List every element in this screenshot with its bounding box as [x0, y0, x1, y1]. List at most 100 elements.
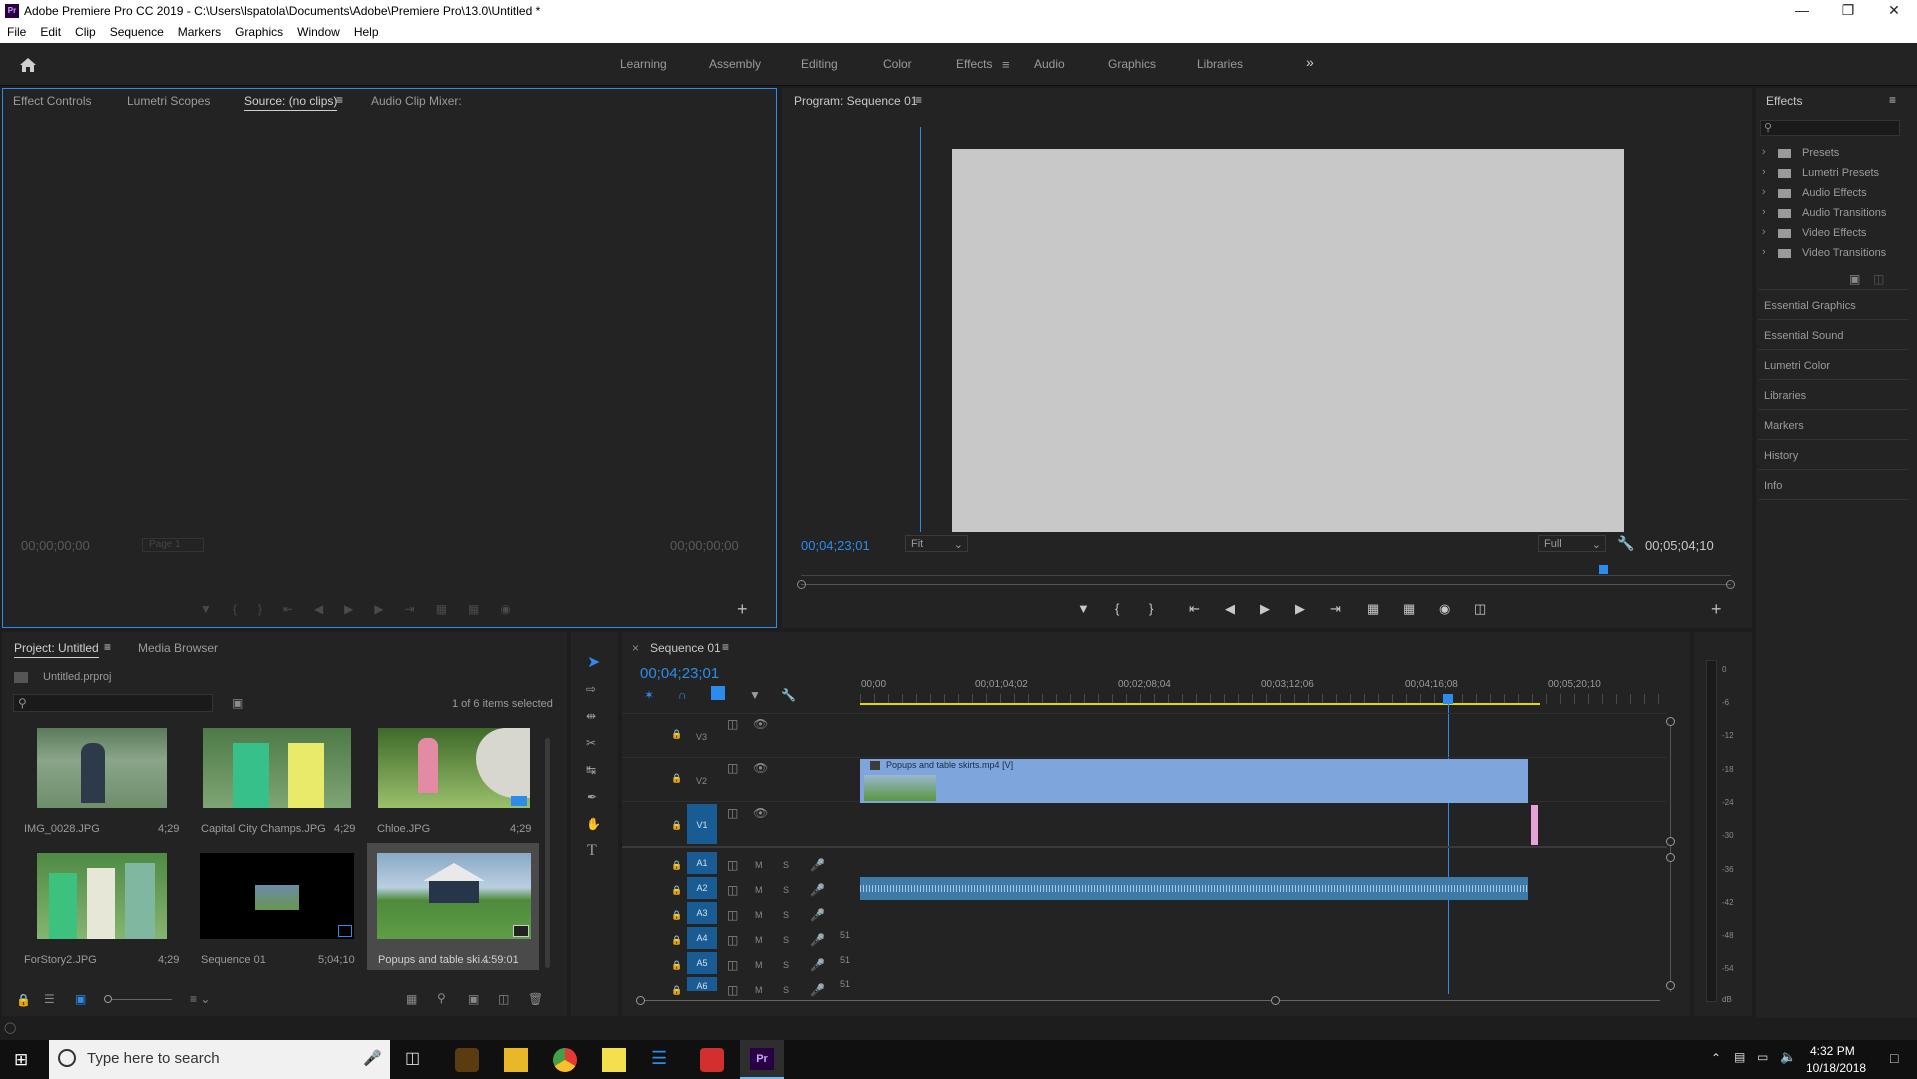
effects-item-lumetri-presets[interactable]: › Lumetri Presets [1762, 166, 1879, 179]
project-panel-menu-icon[interactable]: ≡ [104, 640, 111, 654]
go-to-out-icon[interactable]: ⇥ [1330, 601, 1341, 617]
step-back-icon[interactable]: ◀ [1225, 601, 1235, 617]
effects-item-video-effects[interactable]: › Video Effects [1762, 226, 1866, 239]
step-forward-icon[interactable]: ▶ [1295, 601, 1305, 617]
lock-icon[interactable]: 🔒 [671, 910, 682, 921]
track-label-a6[interactable]: A6 [687, 977, 717, 991]
battery-icon[interactable]: ▭ [1757, 1050, 1768, 1064]
track-label-a3[interactable]: A3 [687, 902, 717, 924]
clear-icon[interactable]: 🗑 [528, 992, 543, 1006]
microphone-icon[interactable]: 🎤 [810, 883, 825, 897]
close-sequence-icon[interactable]: × [632, 641, 639, 655]
mute-button[interactable]: M [755, 885, 763, 895]
linked-selection-icon[interactable] [711, 686, 725, 700]
mute-button[interactable]: M [755, 860, 763, 870]
timeline-settings-wrench-icon[interactable]: 🔧 [781, 688, 796, 702]
project-scrollbar[interactable] [545, 738, 550, 968]
thumbnail-img-0028[interactable] [37, 728, 167, 808]
effects-item-audio-transitions[interactable]: › Audio Transitions [1762, 206, 1886, 219]
lock-icon[interactable]: 🔒 [671, 960, 682, 971]
export-frame-camera-icon[interactable]: ◉ [1439, 601, 1450, 617]
ripple-edit-tool-icon[interactable]: ⇹ [586, 709, 596, 723]
microphone-icon[interactable]: 🎤 [810, 933, 825, 947]
automate-to-sequence-icon[interactable]: ▦ [406, 992, 417, 1006]
solo-button[interactable]: S [783, 935, 789, 945]
selection-tool-icon[interactable]: ➤ [587, 652, 600, 672]
new-item-icon[interactable]: ◫ [498, 992, 509, 1006]
sync-lock-icon[interactable]: ◫ [727, 858, 738, 872]
panel-libraries[interactable]: Libraries [1764, 390, 1806, 402]
panel-history[interactable]: History [1764, 450, 1798, 462]
vscroll-handle[interactable] [1666, 717, 1675, 726]
network-icon[interactable]: ▤ [1734, 1050, 1745, 1064]
lock-icon[interactable]: 🔒 [671, 820, 682, 831]
microphone-icon[interactable]: 🎤 [810, 908, 825, 922]
solo-button[interactable]: S [783, 860, 789, 870]
mute-button[interactable]: M [755, 960, 763, 970]
timeline-menu-icon[interactable]: ≡ [722, 640, 729, 654]
panel-essential-graphics[interactable]: Essential Graphics [1764, 300, 1856, 312]
effects-item-presets[interactable]: › Presets [1762, 146, 1839, 159]
program-playhead-marker[interactable] [1599, 565, 1608, 574]
sync-lock-icon[interactable]: ◫ [727, 908, 738, 922]
work-area-bar[interactable] [860, 703, 1540, 705]
vscroll-handle[interactable] [1666, 853, 1675, 862]
lock-icon[interactable]: 🔒 [671, 773, 682, 784]
taskbar-search-box[interactable]: Type here to search 🎤 [49, 1040, 390, 1079]
workspace-learning[interactable]: Learning [620, 57, 667, 71]
hand-tool-icon[interactable]: ✋ [586, 817, 601, 831]
lock-icon[interactable]: 🔒 [671, 985, 682, 996]
close-button[interactable]: ✕ [1871, 0, 1917, 22]
home-icon[interactable] [18, 55, 38, 75]
effects-item-video-transitions[interactable]: › Video Transitions [1762, 246, 1886, 259]
vscroll-handle[interactable] [1666, 981, 1675, 990]
source-panel-menu-icon[interactable]: ≡ [336, 93, 343, 107]
add-marker-icon[interactable]: ▼ [1077, 601, 1090, 616]
fit-dropdown[interactable]: Fit ⌄ [905, 535, 968, 552]
program-add-button-icon[interactable]: + [1711, 599, 1722, 620]
microphone-icon[interactable]: 🎤 [363, 1049, 382, 1067]
program-timecode[interactable]: 00;04;23;01 [801, 538, 870, 553]
sync-lock-icon[interactable]: ◫ [727, 933, 738, 947]
track-label-a5[interactable]: A5 [687, 952, 717, 974]
microphone-icon[interactable]: 🎤 [810, 858, 825, 872]
eye-icon[interactable]: 👁 [753, 761, 768, 775]
nest-toggle-icon[interactable]: ✶ [644, 688, 654, 702]
thumbnail-capital-city-champs[interactable] [203, 728, 351, 808]
menu-file[interactable]: File [0, 22, 33, 39]
sort-icon[interactable]: ≡ ⌄ [190, 992, 210, 1006]
sync-lock-icon[interactable]: ◫ [727, 761, 738, 775]
microphone-icon[interactable]: 🎤 [810, 958, 825, 972]
timeline-playhead-handle[interactable] [1443, 694, 1453, 704]
workspace-effects[interactable]: Effects [956, 57, 992, 71]
premiere-taskbar-button[interactable]: Pr [740, 1040, 784, 1079]
eye-icon[interactable]: 👁 [753, 717, 768, 731]
more-workspaces-icon[interactable]: » [1306, 54, 1314, 70]
lift-icon[interactable]: ▦ [1367, 601, 1379, 617]
audio-clip-a2[interactable] [860, 877, 1528, 900]
creative-cloud-icon[interactable] [700, 1048, 724, 1072]
chrome-icon[interactable] [553, 1048, 577, 1072]
find-icon[interactable]: ⚲ [437, 991, 446, 1005]
timeline-timecode[interactable]: 00;04;23;01 [640, 665, 719, 682]
lock-icon[interactable]: 🔒 [671, 935, 682, 946]
panel-markers[interactable]: Markers [1764, 420, 1804, 432]
lock-icon[interactable]: 🔒 [16, 993, 31, 1007]
effects-panel-menu-icon[interactable]: ≡ [1889, 93, 1896, 107]
zoom-slider-handle[interactable] [104, 995, 112, 1003]
panel-info[interactable]: Info [1764, 480, 1782, 492]
wifi-app-icon[interactable]: ☰ [651, 1048, 675, 1072]
thumbnail-sequence-01[interactable] [200, 853, 354, 939]
go-to-in-icon[interactable]: ⇤ [1189, 601, 1200, 617]
workspace-color[interactable]: Color [883, 57, 912, 71]
track-label-v2[interactable]: V2 [696, 776, 707, 786]
type-tool-icon[interactable]: T [587, 842, 597, 860]
track-label-v3[interactable]: V3 [696, 732, 707, 742]
source-page-select[interactable]: Page 1 [142, 538, 204, 552]
taskbar-time[interactable]: 4:32 PM [1810, 1044, 1855, 1058]
program-panel-menu-icon[interactable]: ≡ [915, 93, 922, 107]
project-search-input[interactable]: ⚲ [13, 694, 213, 712]
panel-essential-sound[interactable]: Essential Sound [1764, 330, 1844, 342]
tab-source[interactable]: Source: (no clips) [244, 94, 338, 111]
workspace-libraries[interactable]: Libraries [1197, 57, 1243, 71]
